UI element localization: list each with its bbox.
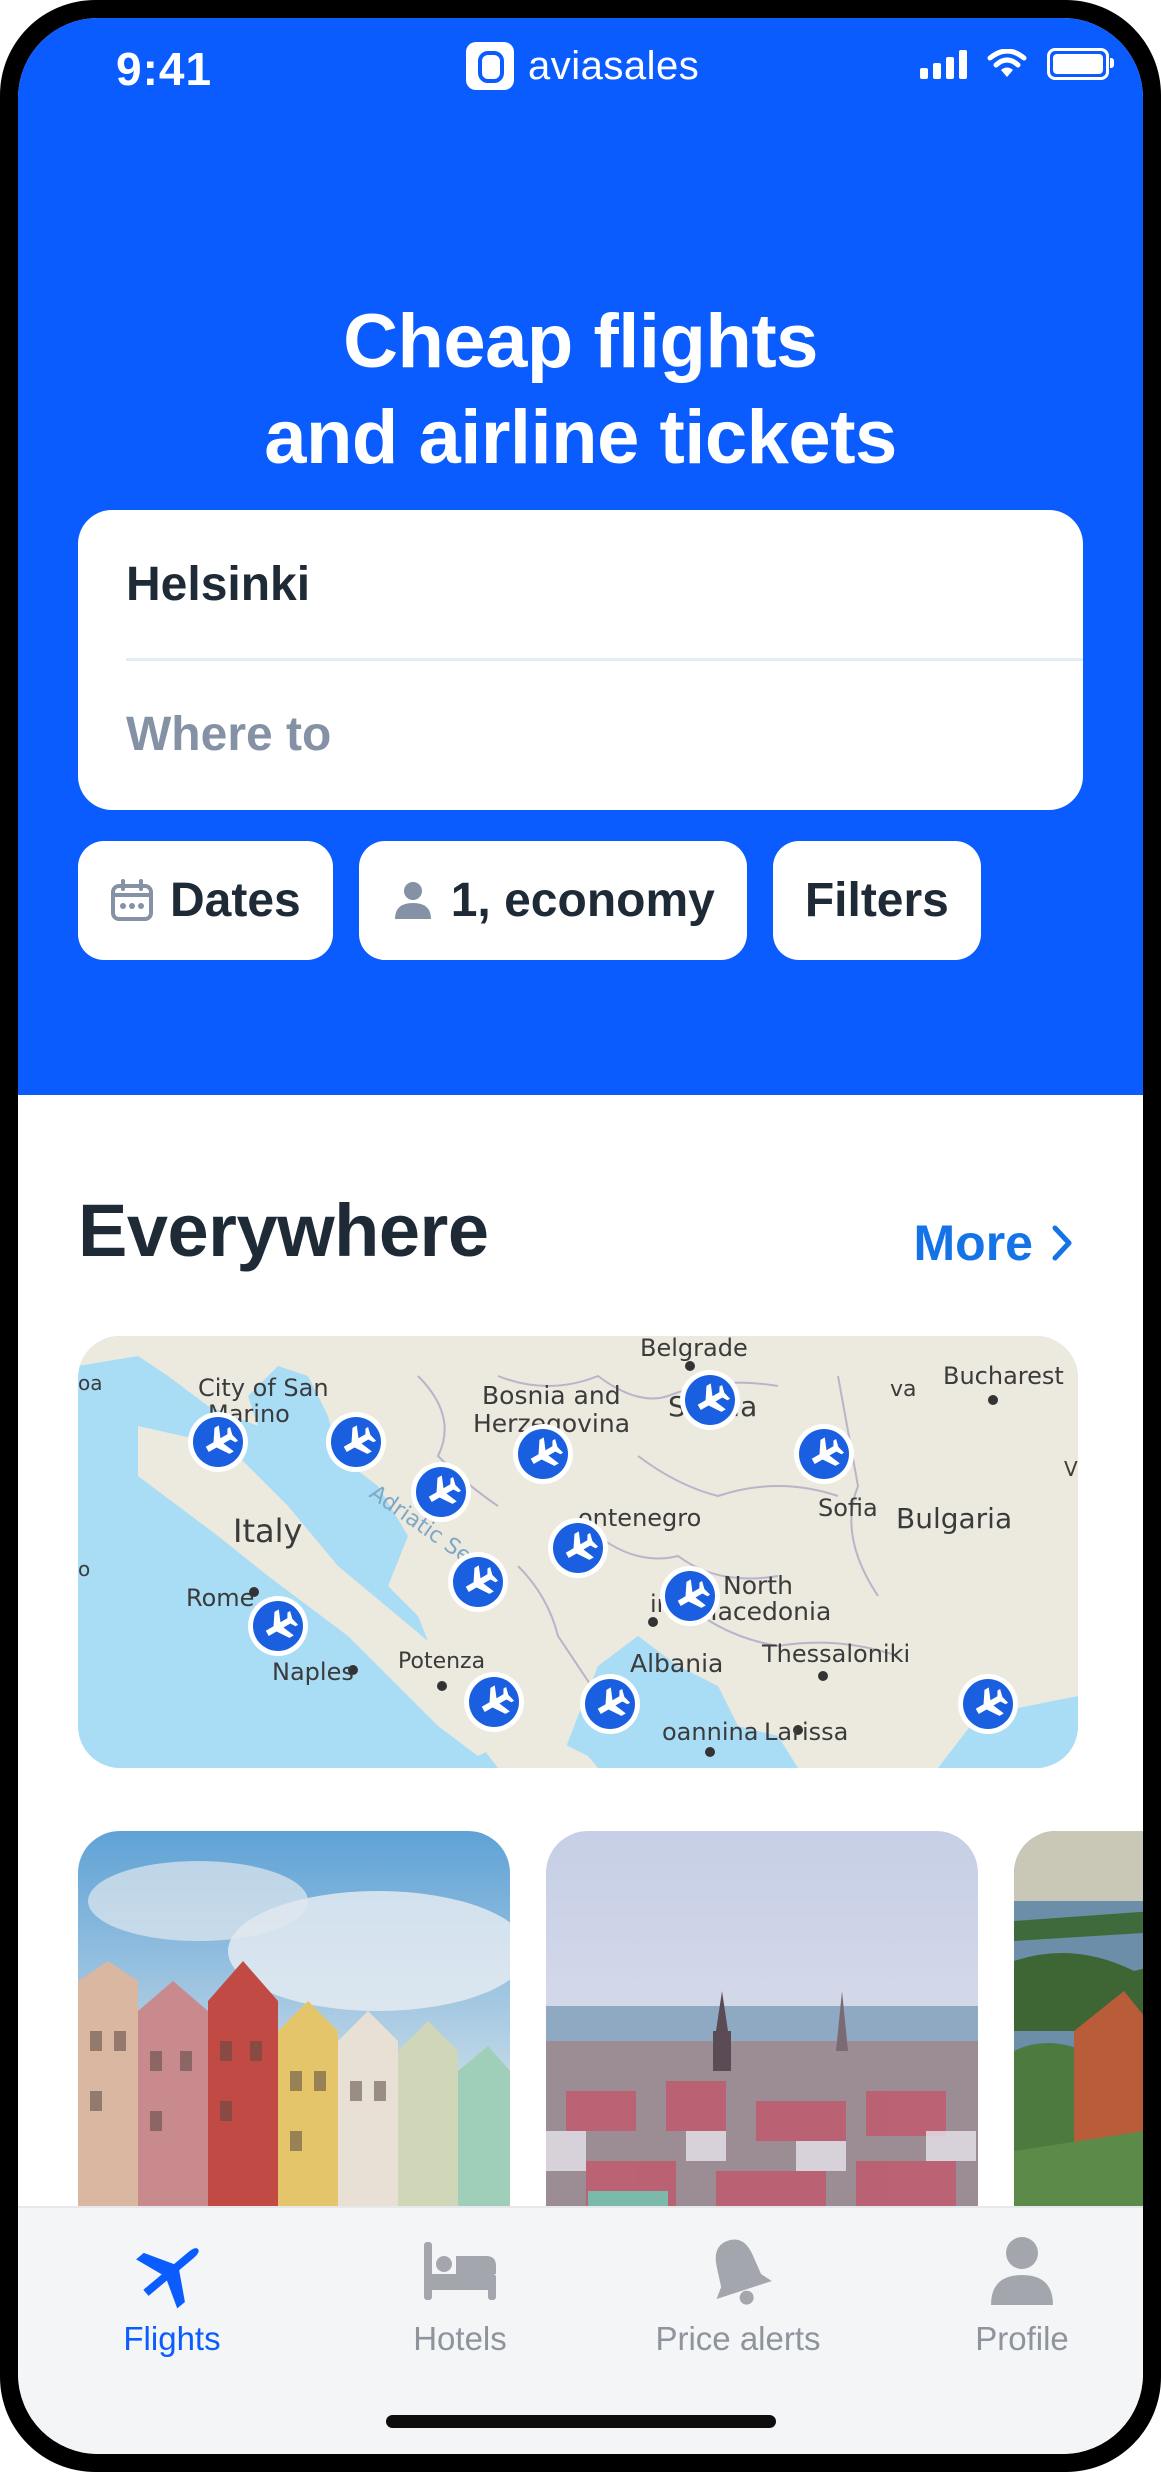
map-label-north-macedonia-1: North xyxy=(723,1571,793,1600)
tab-price-alerts[interactable]: Price alerts xyxy=(608,2228,868,2358)
origin-field[interactable]: Helsinki xyxy=(126,510,1083,661)
map-label-edge-va: va xyxy=(890,1377,917,1402)
more-link[interactable]: More xyxy=(914,1214,1073,1272)
bottom-tab-bar: Flights Hotels Price alerts Profile xyxy=(18,2206,1143,2454)
page-title: Cheap flights and airline tickets xyxy=(18,294,1143,486)
cellular-signal-icon xyxy=(920,49,967,79)
more-label: More xyxy=(913,1215,1033,1271)
dates-button[interactable]: Dates xyxy=(78,841,333,960)
map-label-potenza: Potenza xyxy=(398,1649,485,1674)
filters-button[interactable]: Filters xyxy=(772,841,981,960)
map-label-edge-left-2: o xyxy=(78,1557,90,1581)
map-label-edge-left-1: oa xyxy=(78,1371,103,1395)
map-label-bulgaria: Bulgaria xyxy=(896,1502,1012,1535)
airplane-icon xyxy=(136,2248,199,2309)
map-label-albania: Albania xyxy=(630,1649,723,1678)
bell-icon xyxy=(715,2239,772,2305)
calendar-icon xyxy=(111,878,153,921)
tab-hotels-label: Hotels xyxy=(413,2320,507,2357)
map-label-thessaloniki: Thessaloniki xyxy=(761,1640,910,1668)
person-icon xyxy=(394,881,431,919)
map-label-naples: Naples xyxy=(272,1658,354,1686)
passengers-label: 1, economy xyxy=(450,874,715,927)
status-icons xyxy=(920,48,1114,80)
map-label-belgrade: Belgrade xyxy=(640,1336,748,1362)
status-time: 9:41 xyxy=(116,43,213,95)
brand-name: aviasales xyxy=(528,43,700,88)
destination-card-2[interactable] xyxy=(546,1831,978,2261)
tab-flights-label: Flights xyxy=(123,2320,221,2357)
dates-label: Dates xyxy=(170,874,301,927)
filters-label: Filters xyxy=(804,874,949,927)
map-label-ioannina: oannina xyxy=(662,1718,758,1746)
section-title: Everywhere xyxy=(78,1189,489,1272)
bed-icon xyxy=(424,2242,496,2300)
tab-hotels[interactable]: Hotels xyxy=(330,2228,590,2358)
tab-profile[interactable]: Profile xyxy=(892,2228,1143,2358)
tab-profile-label: Profile xyxy=(975,2320,1069,2357)
map-label-bosnia-1: Bosnia and xyxy=(482,1381,621,1410)
destination-card-3[interactable] xyxy=(1014,1831,1143,2261)
battery-icon xyxy=(1047,48,1114,80)
map-label-san-marino-1: City of San xyxy=(198,1374,329,1402)
tab-flights[interactable]: Flights xyxy=(42,2228,302,2358)
map-label-edge-right: V xyxy=(1064,1457,1078,1481)
chevron-right-icon xyxy=(1052,1225,1072,1261)
destinations-map[interactable]: Belgrade Bucharest City of San Marino Bo… xyxy=(78,1336,1078,1768)
tab-price-alerts-label: Price alerts xyxy=(655,2320,821,2357)
headline-line-2: and airline tickets xyxy=(264,395,897,480)
destination-field[interactable]: Where to xyxy=(126,660,1083,808)
home-indicator[interactable] xyxy=(386,2415,776,2428)
person-icon xyxy=(991,2237,1053,2305)
map-label-italy: Italy xyxy=(233,1512,302,1550)
headline-line-1: Cheap flights xyxy=(343,299,818,384)
destination-card-1[interactable] xyxy=(78,1831,510,2261)
app-screen: 9:41 aviasales Cheap flights and airline… xyxy=(18,18,1143,2454)
search-card: Helsinki Where to xyxy=(78,510,1083,810)
passengers-button[interactable]: 1, economy xyxy=(358,841,747,960)
search-options: Dates 1, economy Filters xyxy=(78,841,981,960)
wifi-icon xyxy=(987,49,1027,77)
map-label-larissa: Larissa xyxy=(764,1718,848,1746)
map-label-bucharest: Bucharest xyxy=(943,1362,1064,1390)
brand: aviasales xyxy=(466,36,699,96)
map-label-rome: Rome xyxy=(186,1584,254,1612)
hero-section: 9:41 aviasales Cheap flights and airline… xyxy=(18,18,1143,1095)
aviasales-logo-icon xyxy=(466,42,514,90)
destination-cards xyxy=(78,1831,1143,2261)
device-frame: 9:41 aviasales Cheap flights and airline… xyxy=(0,0,1161,2472)
map-label-sofia: Sofia xyxy=(818,1494,878,1522)
status-bar: 9:41 aviasales xyxy=(18,18,1143,128)
